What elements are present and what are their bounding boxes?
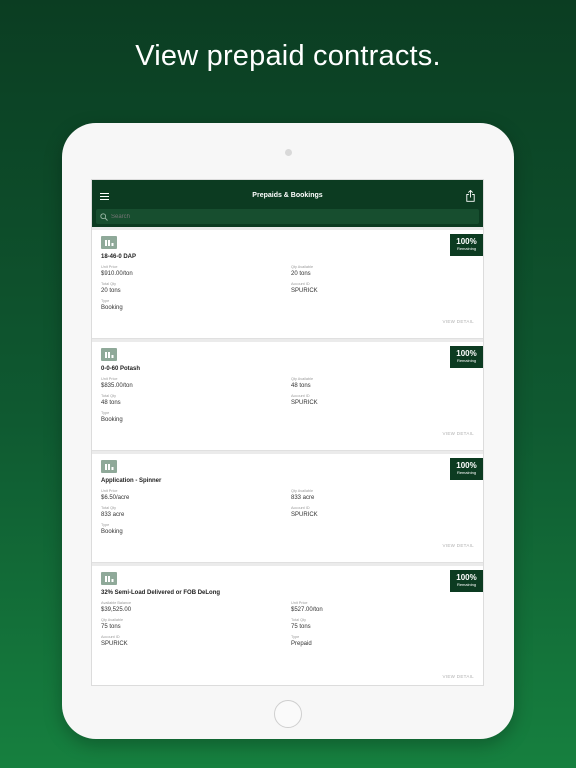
- fertilizer-icon: [101, 348, 117, 361]
- field-qty-available: Qty Available 75 tons: [101, 618, 291, 631]
- field-total-qty: Total Qty 20 tons: [101, 282, 291, 295]
- navbar: Prepaids & Bookings: [92, 180, 483, 227]
- field-qty-available: Qty Available 20 tons: [291, 265, 461, 278]
- search-input[interactable]: [111, 213, 311, 220]
- field-unit-price: Unit Price $6.50/acre: [101, 489, 291, 502]
- view-detail-link[interactable]: VIEW DETAIL: [443, 674, 474, 679]
- card-title: 18-46-0 DAP: [101, 254, 137, 260]
- field-value: Prepaid: [291, 641, 312, 647]
- card-fields: Unit Price $835.00/ton Qty Available 48 to…: [101, 377, 474, 424]
- headline: View prepaid contracts.: [135, 40, 441, 72]
- badge-percent: 100%: [456, 573, 477, 582]
- contract-card[interactable]: 100% Remaining Application - Spinner Uni…: [92, 454, 483, 563]
- field-value: SPURICK: [101, 641, 128, 647]
- fertilizer-icon: [101, 572, 117, 585]
- card-fields: Unit Price $6.50/acre Qty Available 833 ac…: [101, 489, 474, 536]
- field-value: $527.00/ton: [291, 607, 323, 613]
- field-value: $910.00/ton: [101, 271, 133, 277]
- badge-label: Remaining: [456, 246, 477, 251]
- card-fields: Unit Price $910.00/ton Qty Available 20 to…: [101, 265, 474, 312]
- card-title: Application - Spinner: [101, 478, 162, 484]
- badge-label: Remaining: [456, 470, 477, 475]
- contract-card[interactable]: 100% Remaining 32% Semi-Load Delivered o…: [92, 566, 483, 685]
- page-title: Prepaids & Bookings: [252, 192, 323, 199]
- field-qty-available: Qty Available 833 acre: [291, 489, 461, 502]
- field-value: Booking: [101, 305, 123, 311]
- field-value: 48 tons: [101, 400, 121, 406]
- share-icon[interactable]: [466, 190, 475, 202]
- badge-percent: 100%: [456, 349, 477, 358]
- field-value: Booking: [101, 529, 123, 535]
- field-type: Type Booking: [101, 299, 291, 312]
- fertilizer-icon: [101, 236, 117, 249]
- card-title: 0-0-60 Potash: [101, 366, 141, 372]
- field-value: $39,525.00: [101, 607, 132, 613]
- field-account-id: Account ID SPURICK: [291, 282, 461, 295]
- remaining-badge: 100% Remaining: [450, 570, 483, 592]
- badge-label: Remaining: [456, 582, 477, 587]
- field-account-id: Account ID SPURICK: [291, 394, 461, 407]
- field-account-id: Account ID SPURICK: [101, 635, 291, 648]
- remaining-badge: 100% Remaining: [450, 234, 483, 256]
- field-type: Type Prepaid: [291, 635, 461, 648]
- card-title: 32% Semi-Load Delivered or FOB DeLong: [101, 590, 221, 596]
- field-value: SPURICK: [291, 512, 318, 518]
- card-fields: Available Balance $39,525.00 Unit Price $5…: [101, 601, 474, 648]
- field-value: $6.50/acre: [101, 495, 130, 501]
- field-unit-price: Unit Price $835.00/ton: [101, 377, 291, 390]
- field-unit-price: Unit Price $527.00/ton: [291, 601, 461, 614]
- remaining-badge: 100% Remaining: [450, 346, 483, 368]
- tablet-frame: Prepaids & Bookings 100% Remaining: [62, 123, 514, 739]
- field-total-qty: Total Qty 833 acre: [101, 506, 291, 519]
- field-unit-price: Unit Price $910.00/ton: [101, 265, 291, 278]
- field-value: 75 tons: [101, 624, 121, 630]
- field-value: SPURICK: [291, 400, 318, 406]
- field-value: SPURICK: [291, 288, 318, 294]
- home-button[interactable]: [274, 700, 302, 728]
- field-total-qty: Total Qty 75 tons: [291, 618, 461, 631]
- camera-dot: [285, 149, 292, 156]
- field-value: 48 tons: [291, 383, 311, 389]
- field-value: 20 tons: [101, 288, 121, 294]
- field-type: Type Booking: [101, 523, 291, 536]
- contract-card[interactable]: 100% Remaining 18-46-0 DAP Unit Price $91…: [92, 230, 483, 339]
- field-value: $835.00/ton: [101, 383, 133, 389]
- field-type: Type Booking: [101, 411, 291, 424]
- contract-card[interactable]: 100% Remaining 0-0-60 Potash Unit Price $…: [92, 342, 483, 451]
- field-value: 833 acre: [101, 512, 125, 518]
- remaining-badge: 100% Remaining: [450, 458, 483, 480]
- field-account-id: Account ID SPURICK: [291, 506, 461, 519]
- field-qty-available: Qty Available 48 tons: [291, 377, 461, 390]
- field-value: 20 tons: [291, 271, 311, 277]
- badge-label: Remaining: [456, 358, 477, 363]
- view-detail-link[interactable]: VIEW DETAIL: [443, 319, 474, 324]
- field-value: Booking: [101, 417, 123, 423]
- app-screen: Prepaids & Bookings 100% Remaining: [91, 179, 484, 686]
- search-icon: [100, 212, 108, 221]
- view-detail-link[interactable]: VIEW DETAIL: [443, 431, 474, 436]
- fertilizer-icon: [101, 460, 117, 473]
- field-value: 833 acre: [291, 495, 315, 501]
- view-detail-link[interactable]: VIEW DETAIL: [443, 543, 474, 548]
- search-bar[interactable]: [96, 209, 479, 224]
- badge-percent: 100%: [456, 237, 477, 246]
- field-available-balance: Available Balance $39,525.00: [101, 601, 291, 614]
- field-total-qty: Total Qty 48 tons: [101, 394, 291, 407]
- field-value: 75 tons: [291, 624, 311, 630]
- badge-percent: 100%: [456, 461, 477, 470]
